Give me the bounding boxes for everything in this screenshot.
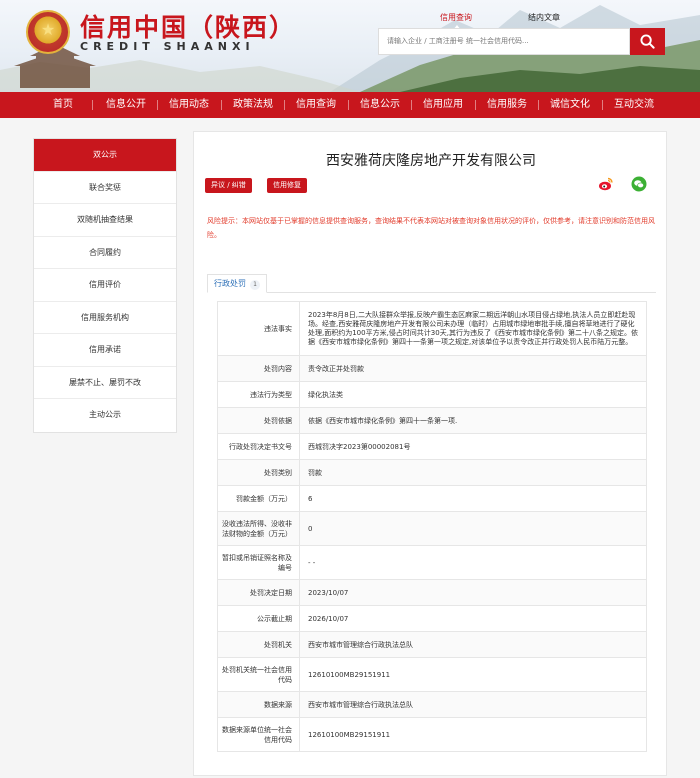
nav-item-credit-service[interactable]: 信用服务 <box>485 92 529 118</box>
risk-notice: 风险提示：本网站仅基于已掌握的信息提供查询服务，查询结果不代表本网站对被查询对象… <box>207 217 655 239</box>
row-value: - - <box>299 545 647 580</box>
row-label: 数据来源 <box>217 691 300 718</box>
weibo-icon[interactable] <box>598 176 614 192</box>
sidebar-item-credit-evaluation[interactable]: 信用评价 <box>34 269 176 302</box>
row-label: 违法事实 <box>217 301 300 356</box>
nav-item-info-publicity[interactable]: 信息公示 <box>358 92 402 118</box>
site-title[interactable]: 信用中国（陕西） <box>80 8 296 44</box>
nav-item-credit-query[interactable]: 信用查询 <box>294 92 338 118</box>
nav-item-interaction[interactable]: 互动交流 <box>612 92 656 118</box>
search-icon <box>640 34 655 49</box>
table-row: 违法行为类型 绿化执法类 <box>217 381 647 408</box>
table-row: 暂扣或吊销证照名称及编号 - - <box>217 545 647 580</box>
search-tab-articles[interactable]: 结内文章 <box>528 12 560 23</box>
row-value: 依据《西安市城市绿化条例》第四十一条第一项. <box>299 407 647 434</box>
nav-divider <box>602 100 603 110</box>
sidebar-item-random-inspection[interactable]: 双随机抽查结果 <box>34 204 176 237</box>
row-label: 公示截止期 <box>217 605 300 632</box>
table-row: 处罚机关 西安市城市管理综合行政执法总队 <box>217 631 647 658</box>
table-row: 处罚依据 依据《西安市城市绿化条例》第四十一条第一项. <box>217 407 647 434</box>
row-value: 西城罚决字2023第00002081号 <box>299 433 647 460</box>
table-row: 违法事实 2023年8月8日,二大队接群众举报,反映产霸生态区麻家二期远洋朝山水… <box>217 301 647 356</box>
nav-divider <box>92 100 93 110</box>
row-value: 0 <box>299 511 647 546</box>
row-value: 西安市城市管理综合行政执法总队 <box>299 691 647 718</box>
sidebar: 双公示 联合奖惩 双随机抽查结果 合同履约 信用评价 信用服务机构 信用承诺 屡… <box>33 138 177 433</box>
row-label: 违法行为类型 <box>217 381 300 408</box>
nav-item-policies[interactable]: 政策法规 <box>231 92 275 118</box>
nav-divider <box>157 100 158 110</box>
row-label: 暂扣或吊销证照名称及编号 <box>217 545 300 580</box>
row-label: 数据来源单位统一社会信用代码 <box>217 717 300 752</box>
tab-count-badge: 1 <box>250 280 260 290</box>
sidebar-item-credit-commitment[interactable]: 信用承诺 <box>34 334 176 367</box>
table-row: 公示截止期 2026/10/07 <box>217 605 647 632</box>
sidebar-item-double-publicity[interactable]: 双公示 <box>34 139 176 172</box>
main-panel: 西安雅荷庆隆房地产开发有限公司 异议 / 纠错 信用修复 风险提示：本网站仅基于… <box>193 131 667 776</box>
row-label: 处罚机关统一社会信用代码 <box>217 657 300 692</box>
row-value: 西安市城市管理综合行政执法总队 <box>299 631 647 658</box>
row-value: 绿化执法类 <box>299 381 647 408</box>
sidebar-item-joint-rewards[interactable]: 联合奖惩 <box>34 172 176 204</box>
row-value: 12610100MB29151911 <box>299 657 647 692</box>
row-label: 罚款金额（万元） <box>217 485 300 512</box>
row-value: 6 <box>299 485 647 512</box>
row-label: 没收违法所得、没收非法财物的金额（万元） <box>217 511 300 546</box>
search-tab-credit-query[interactable]: 信用查询 <box>440 12 472 23</box>
nav-item-info-open[interactable]: 信息公开 <box>104 92 148 118</box>
table-row: 罚款金额（万元） 6 <box>217 485 647 512</box>
row-value: 责令改正并处罚款 <box>299 355 647 382</box>
row-label: 行政处罚决定书文号 <box>217 433 300 460</box>
sidebar-item-contract-performance[interactable]: 合同履约 <box>34 237 176 269</box>
table-row: 行政处罚决定书文号 西城罚决字2023第00002081号 <box>217 433 647 460</box>
tab-label: 行政处罚 <box>214 279 246 288</box>
national-emblem-icon: ★ <box>26 10 70 54</box>
nav-divider <box>538 100 539 110</box>
main-nav: 首页 信息公开 信用动态 政策法规 信用查询 信息公示 信用应用 信用服务 诚信… <box>0 92 700 118</box>
table-row: 处罚机关统一社会信用代码 12610100MB29151911 <box>217 657 647 692</box>
objection-button[interactable]: 异议 / 纠错 <box>205 178 252 193</box>
table-row: 数据来源单位统一社会信用代码 12610100MB29151911 <box>217 717 647 752</box>
nav-item-credit-application[interactable]: 信用应用 <box>421 92 465 118</box>
nav-divider <box>475 100 476 110</box>
table-row: 没收违法所得、没收非法财物的金额（万元） 0 <box>217 511 647 546</box>
row-value: 2023/10/07 <box>299 579 647 606</box>
sidebar-item-credit-service-agency[interactable]: 信用服务机构 <box>34 302 176 334</box>
nav-divider <box>221 100 222 110</box>
credit-repair-button[interactable]: 信用修复 <box>267 178 307 193</box>
tab-administrative-penalty[interactable]: 行政处罚 1 <box>207 274 267 293</box>
nav-item-home[interactable]: 首页 <box>47 92 79 118</box>
nav-divider <box>284 100 285 110</box>
sidebar-item-voluntary-publicity[interactable]: 主动公示 <box>34 399 176 432</box>
site-subtitle: CREDIT SHAANXI <box>80 40 255 53</box>
nav-item-credit-news[interactable]: 信用动态 <box>167 92 211 118</box>
table-row: 处罚决定日期 2023/10/07 <box>217 579 647 606</box>
row-value: 罚款 <box>299 459 647 486</box>
row-label: 处罚类别 <box>217 459 300 486</box>
row-value: 2023年8月8日,二大队接群众举报,反映产霸生态区麻家二期远洋朝山水项目侵占绿… <box>299 301 647 356</box>
nav-divider <box>411 100 412 110</box>
nav-divider <box>348 100 349 110</box>
row-value: 12610100MB29151911 <box>299 717 647 752</box>
wechat-icon[interactable] <box>631 176 647 192</box>
company-name: 西安雅荷庆隆房地产开发有限公司 <box>326 153 536 169</box>
row-label: 处罚决定日期 <box>217 579 300 606</box>
table-row: 处罚内容 责令改正并处罚款 <box>217 355 647 382</box>
site-header: ★ 信用中国（陕西） CREDIT SHAANXI 信用查询 结内文章 请输入企… <box>0 0 700 92</box>
table-row: 处罚类别 罚款 <box>217 459 647 486</box>
tab-divider <box>207 292 656 293</box>
row-label: 处罚依据 <box>217 407 300 434</box>
row-value: 2026/10/07 <box>299 605 647 632</box>
row-label: 处罚机关 <box>217 631 300 658</box>
table-row: 数据来源 西安市城市管理综合行政执法总队 <box>217 691 647 718</box>
nav-item-integrity-culture[interactable]: 诚信文化 <box>548 92 592 118</box>
search-input[interactable]: 请输入企业 / 工商注册号 统一社会信用代码... <box>378 28 630 55</box>
sidebar-item-repeat-offenders[interactable]: 屡禁不止、屡罚不改 <box>34 367 176 399</box>
row-label: 处罚内容 <box>217 355 300 382</box>
search-button[interactable] <box>630 28 665 55</box>
penalty-detail-table: 违法事实 2023年8月8日,二大队接群众举报,反映产霸生态区麻家二期远洋朝山水… <box>217 301 647 752</box>
